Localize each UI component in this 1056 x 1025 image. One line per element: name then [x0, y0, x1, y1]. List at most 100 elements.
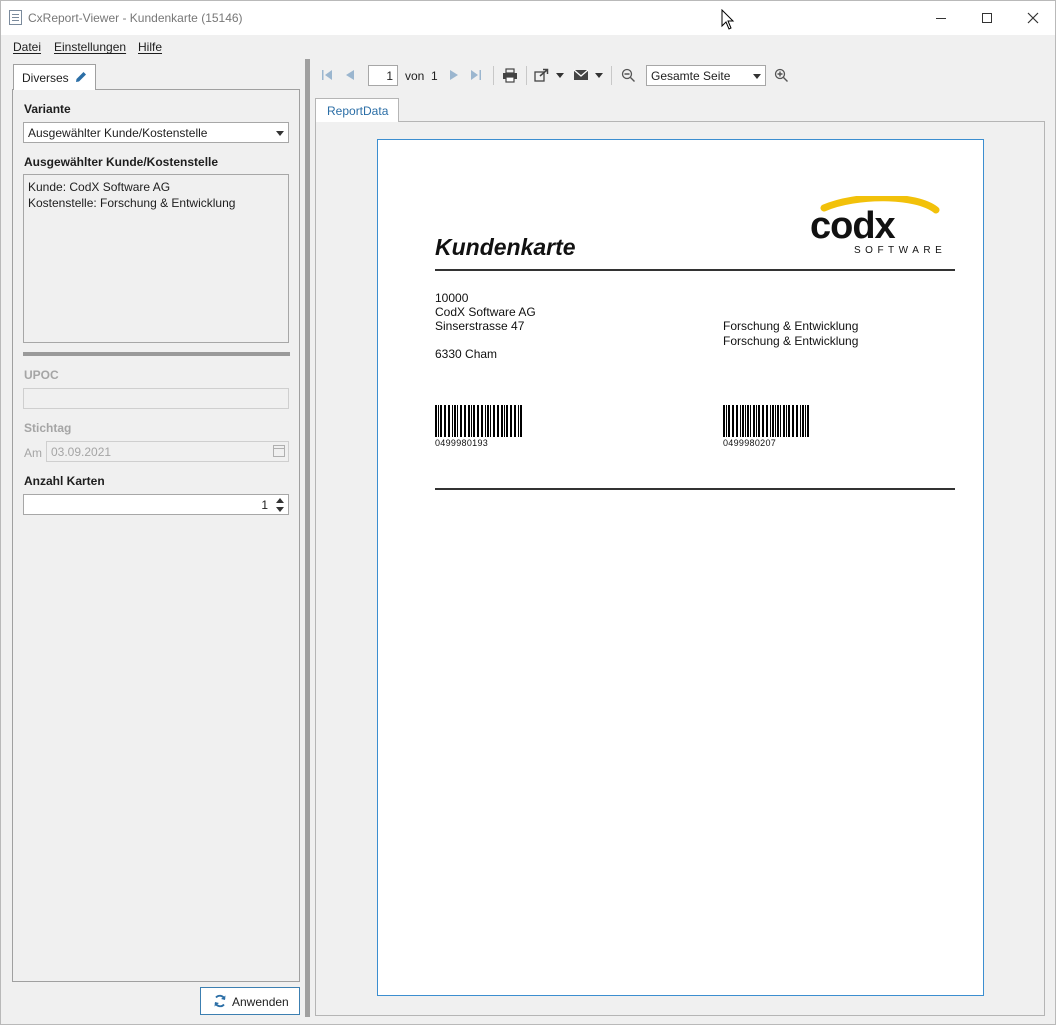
anzahl-label: Anzahl Karten — [24, 474, 105, 488]
barcode-customer-number: 0499980193 — [435, 438, 489, 448]
barcode-bar — [468, 405, 470, 437]
close-icon — [1027, 12, 1039, 24]
selection-label: Ausgewählter Kunde/Kostenstelle — [24, 155, 219, 169]
viewer-toolbar: 1 von 1 Gesamte Seite — [313, 61, 1053, 91]
apply-button[interactable]: Anwenden — [200, 987, 300, 1015]
barcode-bar — [514, 405, 516, 437]
minimize-icon — [936, 17, 946, 19]
barcode-bar — [788, 405, 790, 437]
toolbar-separator — [526, 66, 527, 85]
barcode-bar — [770, 405, 771, 437]
barcode-bar — [452, 405, 453, 437]
toolbar-separator — [611, 66, 612, 85]
von-label: von — [405, 69, 425, 83]
barcode-bar — [504, 405, 505, 437]
first-page-button[interactable] — [317, 61, 337, 89]
report-title: Kundenkarte — [435, 234, 576, 260]
barcode-bar — [783, 405, 785, 437]
barcode-bar — [506, 405, 508, 437]
logo-subtext: SOFTWARE — [854, 245, 946, 256]
close-button[interactable] — [1010, 1, 1056, 35]
increment-icon[interactable] — [276, 498, 284, 503]
menu-einstellungen[interactable]: Einstellungen — [54, 40, 126, 54]
codx-logo: codx SOFTWARE — [810, 196, 946, 256]
barcode-bar — [493, 405, 495, 437]
next-page-button[interactable] — [444, 61, 464, 89]
barcode-cost-center-number: 0499980207 — [723, 438, 777, 448]
email-button[interactable] — [570, 61, 592, 89]
barcode-bar — [518, 405, 519, 437]
last-page-icon — [471, 70, 481, 80]
barcode-bar — [807, 405, 809, 437]
tab-reportdata[interactable]: ReportData — [315, 98, 399, 122]
barcode-bar — [732, 405, 734, 437]
customer-number: 10000 — [435, 291, 469, 305]
variante-select[interactable]: Ausgewählter Kunde/Kostenstelle — [23, 122, 289, 143]
previous-page-button[interactable] — [340, 61, 360, 89]
barcode-bar — [775, 405, 776, 437]
last-page-button[interactable] — [466, 61, 486, 89]
email-dropdown-button[interactable] — [593, 61, 605, 89]
next-page-icon — [450, 70, 458, 80]
upoc-input[interactable] — [23, 388, 289, 409]
barcode-bar — [777, 405, 779, 437]
chevron-down-icon — [753, 74, 761, 79]
tab-diverses[interactable]: Diverses — [13, 64, 96, 90]
barcode-customer — [435, 405, 522, 437]
barcode-bar — [780, 405, 781, 437]
main-splitter[interactable] — [305, 59, 310, 1017]
parameter-panel: Variante Ausgewählter Kunde/Kostenstelle… — [12, 89, 300, 982]
barcode-bar — [786, 405, 787, 437]
menu-datei[interactable]: Datei — [13, 40, 41, 54]
anzahl-stepper[interactable]: 1 — [23, 494, 289, 515]
barcode-bar — [454, 405, 456, 437]
zoom-in-button[interactable] — [770, 61, 792, 89]
barcode-bar — [750, 405, 751, 437]
barcode-bar — [485, 405, 486, 437]
mouse-cursor-icon — [721, 9, 735, 30]
tab-diverses-label: Diverses — [22, 71, 69, 85]
stichtag-date-input[interactable]: 03.09.2021 — [46, 441, 289, 462]
selection-line-kostenstelle: Kostenstelle: Forschung & Entwicklung — [28, 196, 236, 210]
barcode-bar — [448, 405, 450, 437]
calendar-icon[interactable] — [273, 445, 285, 457]
export-dropdown-button[interactable] — [554, 61, 566, 89]
menu-bar: Datei Einstellungen Hilfe — [1, 35, 1055, 57]
panel-splitter[interactable] — [23, 352, 290, 356]
barcode-bar — [736, 405, 738, 437]
barcode-bar — [490, 405, 491, 437]
barcode-bar — [438, 405, 439, 437]
menu-hilfe[interactable]: Hilfe — [138, 40, 162, 54]
zoom-out-button[interactable] — [617, 61, 639, 89]
maximize-icon — [982, 13, 992, 23]
chevron-down-icon — [595, 72, 603, 78]
variante-value: Ausgewählter Kunde/Kostenstelle — [28, 126, 208, 140]
page-number-input[interactable]: 1 — [368, 65, 398, 86]
barcode-bar — [742, 405, 744, 437]
variante-label: Variante — [24, 102, 71, 116]
barcode-bar — [792, 405, 794, 437]
app-window: CxReport-Viewer - Kundenkarte (15146) Da… — [0, 0, 1056, 1025]
export-button[interactable] — [531, 61, 553, 89]
zoom-select[interactable]: Gesamte Seite — [646, 65, 766, 86]
window-title: CxReport-Viewer - Kundenkarte (15146) — [28, 11, 243, 25]
anzahl-value: 1 — [261, 498, 268, 512]
barcode-bar — [460, 405, 462, 437]
maximize-button[interactable] — [964, 1, 1010, 35]
decrement-icon[interactable] — [276, 507, 284, 512]
chevron-down-icon — [276, 131, 284, 136]
chevron-down-icon — [556, 72, 564, 78]
barcode-bar — [501, 405, 503, 437]
tab-reportdata-label: ReportData — [327, 104, 389, 118]
selection-textarea[interactable]: Kunde: CodX Software AG Kostenstelle: Fo… — [23, 174, 289, 343]
barcode-bar — [723, 405, 725, 437]
am-label: Am — [24, 446, 42, 460]
barcode-bar — [510, 405, 512, 437]
barcode-bar — [726, 405, 727, 437]
zoom-in-icon — [774, 68, 788, 82]
barcode-bar — [444, 405, 446, 437]
minimize-button[interactable] — [918, 1, 964, 35]
print-button[interactable] — [499, 61, 521, 89]
barcode-bar — [747, 405, 749, 437]
barcode-bar — [745, 405, 746, 437]
